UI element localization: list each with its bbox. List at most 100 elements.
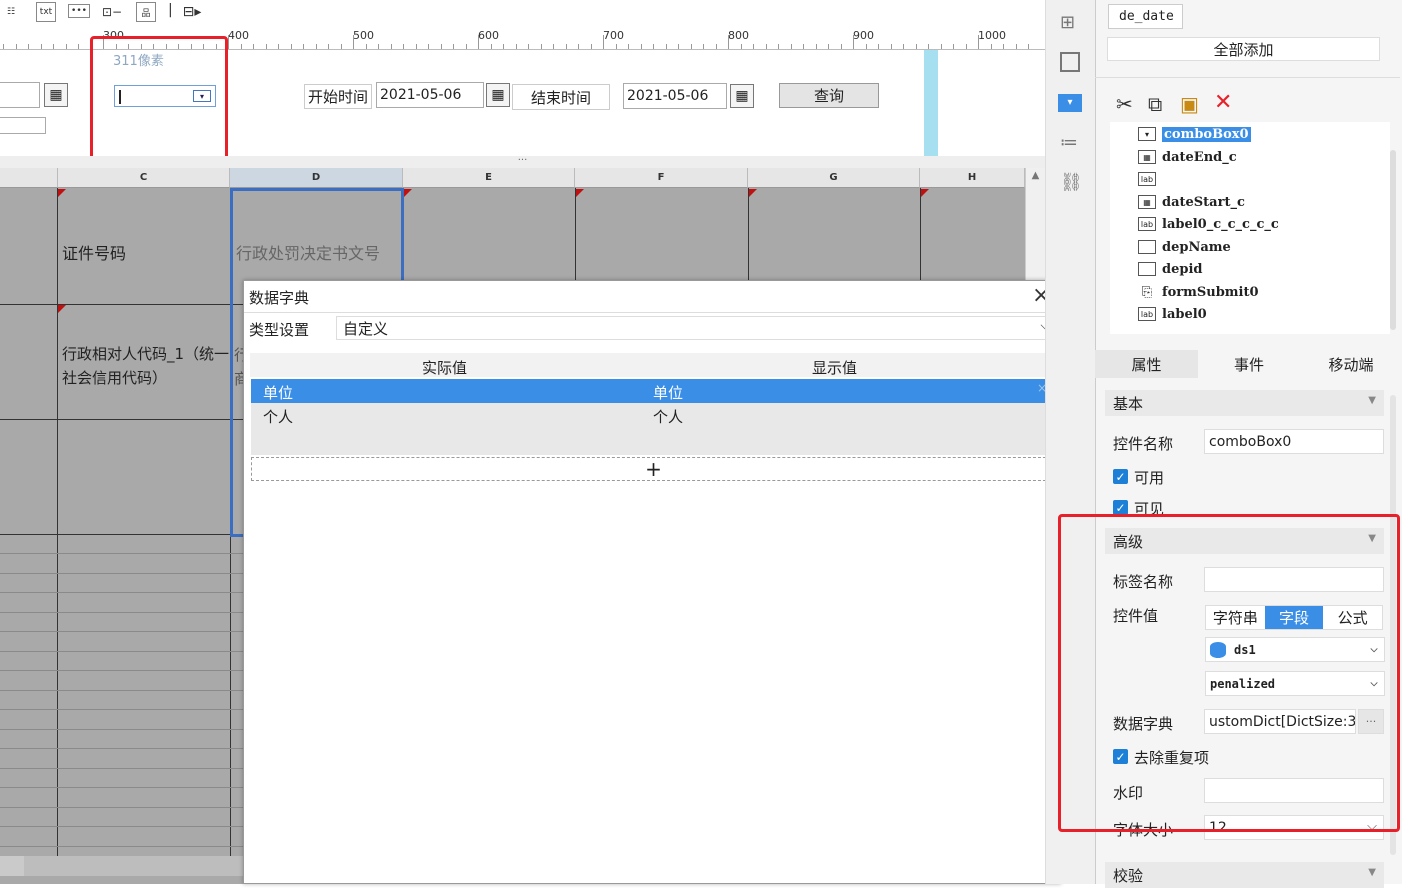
search-input[interactable]: de_date	[1108, 4, 1183, 29]
section-verify[interactable]: 校验 ▼	[1105, 862, 1384, 888]
query-button[interactable]: 查询	[779, 83, 879, 108]
combo-widget-icon[interactable]: ⊡−	[102, 2, 122, 22]
tab-properties[interactable]: 属性	[1095, 350, 1198, 378]
tree-item-dateend[interactable]: ▦ dateEnd_c	[1138, 147, 1237, 167]
link-icon[interactable]: ⛓	[1060, 172, 1083, 193]
tree-item-combobox0[interactable]: ▾ comboBox0	[1138, 124, 1251, 144]
cell-c2[interactable]: 行政相对人代码_1（统一社会信用代码）	[62, 342, 230, 390]
left-partial-field-2[interactable]	[0, 117, 46, 134]
text-widget-icon[interactable]: txt	[36, 2, 56, 22]
tab-events[interactable]: 事件	[1198, 350, 1300, 378]
column-header-e[interactable]: E	[403, 168, 575, 188]
horizontal-scrollbar[interactable]	[0, 856, 243, 876]
start-time-label: 开始时间	[304, 84, 372, 109]
dict-row-selected[interactable]: 单位 单位 ×	[251, 379, 1055, 403]
column-header-g[interactable]: G	[748, 168, 920, 188]
calendar-icon[interactable]: ▦	[730, 84, 754, 108]
highlight-box-advanced	[1058, 514, 1400, 832]
grid-line	[57, 188, 58, 856]
control-name-input[interactable]: comboBox0	[1204, 429, 1384, 454]
calendar-icon[interactable]: ▦	[486, 83, 510, 107]
ruler-tick	[978, 35, 979, 49]
actual-value-header: 实际值	[422, 359, 468, 377]
cut-icon[interactable]: ✂	[1116, 92, 1133, 116]
grid-line	[0, 304, 243, 305]
widget-settings-icon[interactable]: ▾	[1058, 94, 1082, 112]
add-row-button[interactable]: +	[251, 457, 1056, 481]
paste-icon[interactable]: ▣	[1180, 92, 1199, 116]
column-header-c[interactable]: C	[58, 168, 230, 188]
ruler-tick	[28, 44, 29, 49]
chevron-down-icon: ▼	[1368, 395, 1376, 406]
list-settings-icon[interactable]: ≔	[1060, 132, 1078, 153]
row-actual[interactable]: 单位	[263, 382, 293, 403]
ruler-label: 700	[603, 29, 624, 42]
column-header-f[interactable]: F	[575, 168, 748, 188]
ruler-tick	[865, 44, 867, 49]
highlight-box-widget	[90, 36, 228, 164]
tab-mobile[interactable]: 移动端	[1300, 350, 1402, 378]
ruler-tick	[628, 44, 629, 49]
grid-line	[0, 787, 243, 788]
ruler-tick	[840, 44, 842, 49]
copy-icon[interactable]: ⧉	[1148, 92, 1162, 116]
grid-line	[0, 748, 243, 749]
frame-icon[interactable]	[1060, 52, 1080, 72]
panel-splitter[interactable]: ···	[0, 156, 1045, 168]
enabled-label: 可用	[1134, 469, 1165, 487]
layout-icon[interactable]: ⊞	[1060, 12, 1075, 33]
section-basic[interactable]: 基本 ▼	[1105, 390, 1384, 416]
add-all-button[interactable]: 全部添加	[1107, 37, 1380, 61]
tree-scrollbar[interactable]	[1390, 150, 1396, 330]
row-display[interactable]: 单位	[653, 382, 683, 403]
left-partial-field[interactable]	[0, 82, 40, 108]
ruler-label: 500	[353, 29, 374, 42]
end-date-input[interactable]: 2021-05-06	[623, 83, 727, 109]
column-header-d[interactable]: D	[230, 168, 403, 188]
button-widget-icon[interactable]: •••	[68, 4, 90, 18]
dict-row[interactable]: 个人 个人	[251, 403, 1055, 427]
delete-icon[interactable]: ✕	[1214, 90, 1232, 115]
tree-item-datestart[interactable]: ▦ dateStart_c	[1138, 192, 1245, 212]
row-actual[interactable]: 个人	[263, 406, 293, 427]
ruler-tick	[228, 35, 229, 49]
tree-item-depname[interactable]: depName	[1138, 237, 1231, 257]
column-header-h[interactable]: H	[920, 168, 1025, 188]
enabled-checkbox[interactable]: ✓	[1113, 469, 1128, 484]
end-time-label: 结束时间	[512, 84, 610, 110]
ruler-tick	[815, 44, 817, 49]
panel-width-handle[interactable]	[924, 50, 938, 156]
calendar-icon[interactable]: ▦	[44, 83, 68, 107]
toolbar: ☷ txt ••• ⊡− 品 | ⊟▸	[0, 0, 1045, 28]
ruler-tick	[740, 44, 742, 49]
grid-line	[0, 592, 243, 593]
row-display[interactable]: 个人	[653, 406, 683, 427]
cell-c1[interactable]: 证件号码	[62, 240, 126, 264]
tree-item-label0[interactable]: lab label0	[1138, 304, 1207, 324]
date-icon: ▦	[1138, 150, 1156, 164]
tree-item-depid[interactable]: depid	[1138, 259, 1202, 279]
cell-d1[interactable]: 行政处罚决定书文号	[236, 240, 380, 264]
start-date-input[interactable]: 2021-05-06	[376, 82, 484, 108]
tree-item-formsubmit0[interactable]: ⎘ formSubmit0	[1138, 282, 1259, 302]
ruler-tick	[728, 35, 729, 49]
scroll-thumb[interactable]	[0, 856, 24, 876]
toolbar-separator: |	[168, 2, 173, 18]
more-widget-icon[interactable]: ⊟▸	[180, 2, 204, 22]
tree-item-label0-c[interactable]: lab label0_c_c_c_c_c	[1138, 214, 1279, 234]
ruler-tick	[640, 44, 642, 49]
dict-table-header: 实际值 显示值	[250, 353, 1056, 377]
list-icon[interactable]: ☷	[2, 2, 20, 22]
type-select[interactable]: 自定义 ⌵	[336, 316, 1058, 340]
grid-line	[748, 188, 749, 280]
ruler-tick	[715, 44, 717, 49]
tree-widget-icon[interactable]: 品	[136, 2, 156, 22]
ruler-tick	[465, 44, 467, 49]
grid-line	[0, 553, 243, 554]
ruler-tick	[565, 44, 567, 49]
grid-line	[0, 845, 243, 847]
visible-checkbox[interactable]: ✓	[1113, 500, 1128, 515]
ruler-tick	[240, 44, 242, 49]
tree-item-label[interactable]: lab	[1138, 169, 1162, 189]
scroll-up-icon[interactable]: ▲	[1026, 170, 1045, 181]
